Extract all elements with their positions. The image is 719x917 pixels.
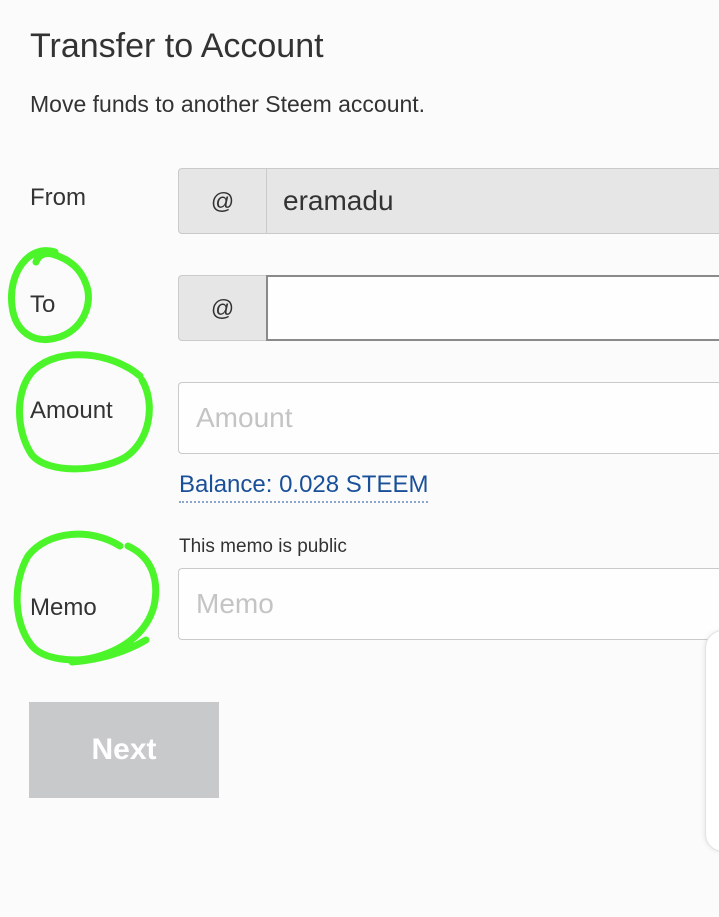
memo-input[interactable]	[178, 568, 719, 640]
page-title: Transfer to Account	[30, 27, 324, 65]
from-at-prefix: @	[178, 168, 266, 234]
from-field-group: @ eramadu	[178, 168, 719, 234]
page-subtitle: Move funds to another Steem account.	[30, 91, 426, 117]
to-account-input[interactable]	[266, 275, 719, 341]
side-floating-panel	[705, 630, 719, 852]
from-account-value: eramadu	[266, 168, 719, 234]
to-label: To	[30, 291, 56, 318]
next-button[interactable]: Next	[29, 702, 219, 798]
amount-input[interactable]	[178, 382, 719, 454]
memo-public-note: This memo is public	[179, 536, 347, 557]
memo-label: Memo	[30, 594, 97, 621]
to-field-group: @	[178, 275, 719, 341]
from-label: From	[30, 184, 86, 211]
to-at-prefix: @	[178, 275, 266, 341]
amount-label: Amount	[30, 397, 113, 424]
balance-link[interactable]: Balance: 0.028 STEEM	[179, 470, 429, 503]
